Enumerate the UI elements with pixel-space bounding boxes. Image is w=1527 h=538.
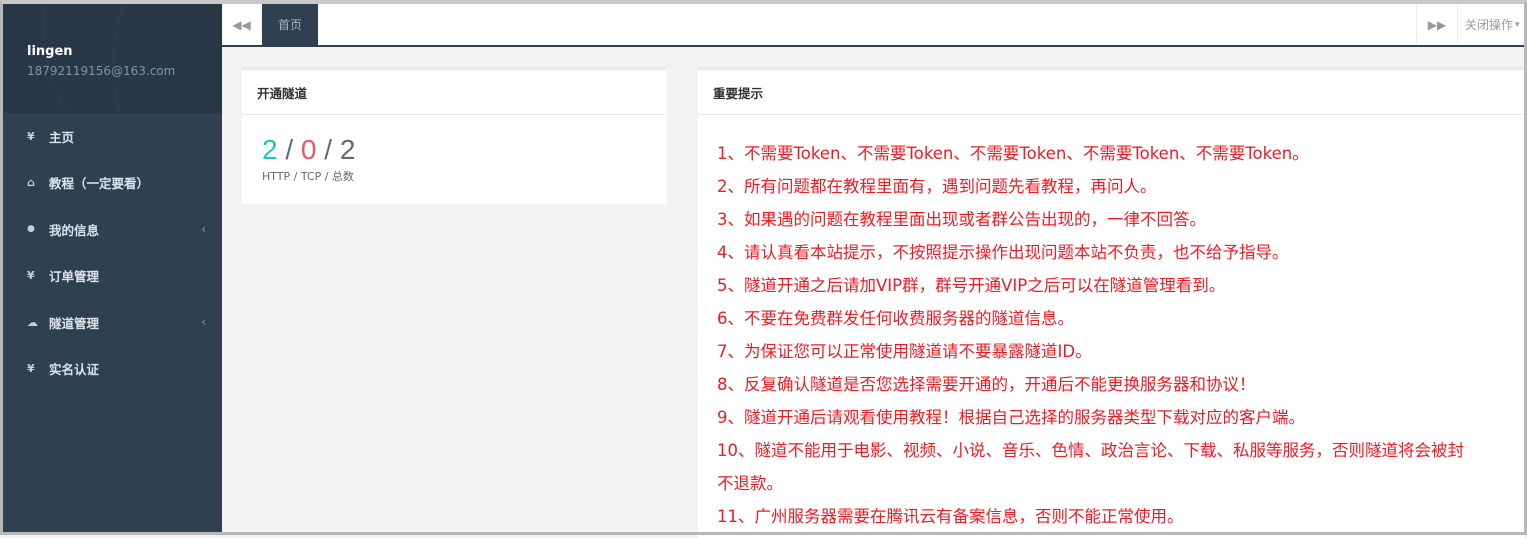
panel-title: 重要提示 <box>698 70 1524 115</box>
notice-item: 11、广州服务器需要在腾讯云有备案信息，否则不能正常使用。 <box>717 507 1184 526</box>
notice-item: 5、隧道开通之后请加VIP群，群号开通VIP之后可以在隧道管理看到。 <box>717 276 1226 295</box>
sidebar-item-label: 我的信息 <box>49 222 100 238</box>
sidebar-item-label: 教程（一定要看） <box>49 176 150 192</box>
user-icon: ● <box>27 224 35 235</box>
notice-list: 1、不需要Token、不需要Token、不需要Token、不需要Token、不需… <box>698 115 1524 533</box>
scroll-tabs-left-button[interactable]: ◀◀ <box>222 4 262 45</box>
notice-item: 2、所有问题都在教程里面有，遇到问题先看教程，再问人。 <box>717 177 1157 196</box>
yen-icon: ¥ <box>27 129 35 143</box>
close-operations-label: 关闭操作 <box>1465 18 1514 32</box>
sidebar-item-my-info[interactable]: ● 我的信息 ‹ <box>3 206 222 253</box>
tunnel-stats-panel: 开通隧道 2 / 0 / 2 HTTP / TCP / 总数 <box>242 67 667 204</box>
sidebar-item-label: 主页 <box>49 129 75 145</box>
separator: / <box>324 134 333 165</box>
username[interactable]: lingen <box>27 44 73 59</box>
chevron-left-icon: ‹ <box>201 315 206 330</box>
yen-icon: ¥ <box>27 269 35 283</box>
sidebar-item-orders[interactable]: ¥ 订单管理 <box>3 253 222 300</box>
tunnel-counts-caption: HTTP / TCP / 总数 <box>262 170 354 183</box>
user-email: 18792119156@163.com <box>27 64 176 78</box>
sidebar-item-verification[interactable]: ¥ 实名认证 <box>3 346 222 393</box>
notice-item: 7、为保证您可以正常使用隧道请不要暴露隧道ID。 <box>717 342 1092 361</box>
sidebar-item-tutorial[interactable]: ⌂ 教程（一定要看） <box>3 160 222 207</box>
home-icon: ⌂ <box>27 176 35 190</box>
sidebar-item-home[interactable]: ¥ 主页 <box>3 113 222 160</box>
notice-item: 9、隧道开通后请观看使用教程！根据自己选择的服务器类型下载对应的客户端。 <box>717 408 1305 427</box>
notice-item: 8、反复确认隧道是否您选择需要开通的，开通后不能更换服务器和协议！ <box>717 375 1256 394</box>
sidebar-item-label: 实名认证 <box>49 362 100 378</box>
cloud-icon: ☁ <box>27 315 38 329</box>
notice-item: 3、如果遇的问题在教程里面出现或者群公告出现的，一律不回答。 <box>717 210 1206 229</box>
total-count: 2 <box>339 134 356 165</box>
scroll-tabs-right-button[interactable]: ▶▶ <box>1416 4 1458 45</box>
notice-item: 10、隧道不能用于电影、视频、小说、音乐、色情、政治言论、下载、私服等服务，否则… <box>717 441 1464 460</box>
sidebar-item-tunnels[interactable]: ☁ 隧道管理 ‹ <box>3 299 222 346</box>
chevron-left-icon: ‹ <box>201 222 206 237</box>
double-chevron-left-icon: ◀◀ <box>232 17 251 32</box>
profile-header: lingen 18792119156@163.com <box>3 4 222 113</box>
tunnel-counts: 2 / 0 / 2 <box>262 134 355 166</box>
notice-panel: 重要提示 1、不需要Token、不需要Token、不需要Token、不需要Tok… <box>698 67 1524 538</box>
double-chevron-right-icon: ▶▶ <box>1427 17 1447 32</box>
notice-item: 6、不要在免费群发任何收费服务器的隧道信息。 <box>717 309 1074 328</box>
http-count: 2 <box>262 134 278 165</box>
notice-item: 4、请认真看本站提示，不按照提示操作出现问题本站不负责，也不给予指导。 <box>717 243 1289 262</box>
tab-bar: ◀◀ 首页 ▶▶ 关闭操作 ▾ <box>222 4 1524 47</box>
sidebar-item-label: 订单管理 <box>49 269 100 285</box>
close-operations-dropdown[interactable]: 关闭操作 ▾ <box>1465 4 1525 45</box>
yen-icon: ¥ <box>27 362 35 376</box>
notice-item-continued: 不退款。 <box>717 474 783 493</box>
tcp-count: 0 <box>300 134 317 165</box>
notice-item: 1、不需要Token、不需要Token、不需要Token、不需要Token、不需… <box>717 144 1309 163</box>
panel-title: 开通隧道 <box>242 70 667 115</box>
caret-down-icon: ▾ <box>1515 19 1520 30</box>
separator: / <box>285 134 294 165</box>
sidebar: lingen 18792119156@163.com ¥ 主页 ⌂ 教程（一定要… <box>3 4 222 535</box>
sidebar-nav: ¥ 主页 ⌂ 教程（一定要看） ● 我的信息 ‹ ¥ 订单管理 ☁ 隧道管理 ‹… <box>3 113 222 392</box>
tab-home[interactable]: 首页 <box>262 4 318 45</box>
sidebar-item-label: 隧道管理 <box>49 315 100 331</box>
